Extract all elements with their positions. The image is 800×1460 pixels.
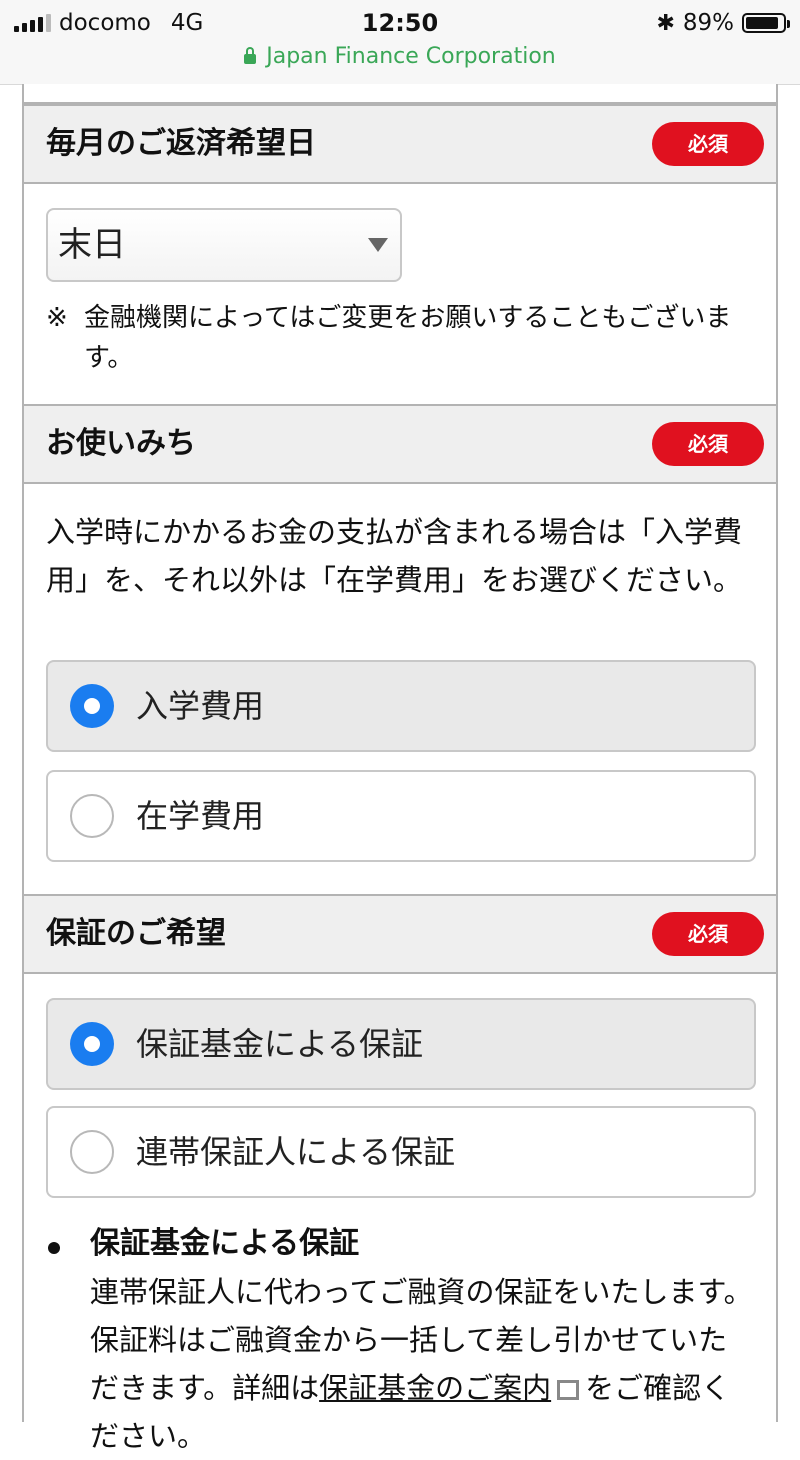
repayment-note: ※ 金融機関によってはご変更をお願いすることもございます。 bbox=[46, 298, 756, 378]
radio-option-enrollment-cost[interactable]: 在学費用 bbox=[46, 770, 756, 862]
option-label: 在学費用 bbox=[136, 797, 265, 835]
battery-icon bbox=[742, 13, 790, 33]
address-bar[interactable]: Japan Finance Corporation bbox=[0, 42, 800, 72]
note-text: 金融機関によってはご変更をお願いすることもございます。 bbox=[84, 303, 732, 373]
bluetooth-icon: ✱ bbox=[656, 10, 675, 36]
purpose-description: 入学時にかかるお金の支払が含まれる場合は「入学費用」を、それ以外は「在学費用」を… bbox=[46, 515, 743, 597]
section-title: 毎月のご返済希望日 bbox=[46, 126, 316, 161]
status-right: ✱ 89% bbox=[656, 8, 790, 38]
section-header-purpose: お使いみち 必須 bbox=[24, 404, 776, 484]
chevron-down-icon bbox=[368, 238, 388, 252]
external-window-icon bbox=[557, 1380, 580, 1400]
section-title: お使いみち bbox=[46, 426, 196, 461]
radio-button-selected[interactable] bbox=[70, 684, 114, 728]
battery-percent: 89% bbox=[682, 10, 734, 36]
section-title: 保証のご希望 bbox=[46, 916, 226, 951]
radio-option-admission-cost[interactable]: 入学費用 bbox=[46, 660, 756, 752]
section-header-guarantee: 保証のご希望 必須 bbox=[24, 894, 776, 974]
radio-button-selected[interactable] bbox=[70, 1022, 114, 1066]
option-label: 連帯保証人による保証 bbox=[136, 1133, 456, 1171]
select-value: 末日 bbox=[58, 225, 126, 265]
repayment-day-select[interactable]: 末日 bbox=[46, 208, 402, 282]
application-form: 毎月のご返済希望日 必須 末日 ※ 金融機関によってはご変更をお願いすることもご… bbox=[22, 84, 778, 1453]
required-badge: 必須 bbox=[652, 122, 764, 166]
section-header-repayment-day: 毎月のご返済希望日 必須 bbox=[24, 104, 776, 184]
required-badge: 必須 bbox=[652, 422, 764, 466]
note-mark: ※ bbox=[46, 303, 68, 333]
bullet-icon bbox=[48, 1242, 60, 1254]
status-bar: docomo 4G 12:50 ✱ 89% Japan Finance Corp… bbox=[0, 0, 800, 85]
option-label: 入学費用 bbox=[136, 687, 265, 725]
radio-option-guarantee-fund[interactable]: 保証基金による保証 bbox=[46, 998, 756, 1090]
site-name: Japan Finance Corporation bbox=[266, 44, 556, 69]
radio-button-unselected[interactable] bbox=[70, 1130, 114, 1174]
radio-button-unselected[interactable] bbox=[70, 794, 114, 838]
radio-option-joint-guarantor[interactable]: 連帯保証人による保証 bbox=[46, 1106, 756, 1198]
guarantee-fund-guide-link[interactable]: 保証基金のご案内 bbox=[319, 1371, 551, 1405]
required-badge: 必須 bbox=[652, 912, 764, 956]
lock-icon bbox=[244, 47, 257, 64]
option-label: 保証基金による保証 bbox=[136, 1025, 424, 1063]
guarantee-info-title: 保証基金による保証 bbox=[90, 1226, 360, 1261]
guarantee-info-body: 連帯保証人に代わってご融資の保証をいたします。保証料はご融資金から一括して差し引… bbox=[90, 1268, 754, 1460]
